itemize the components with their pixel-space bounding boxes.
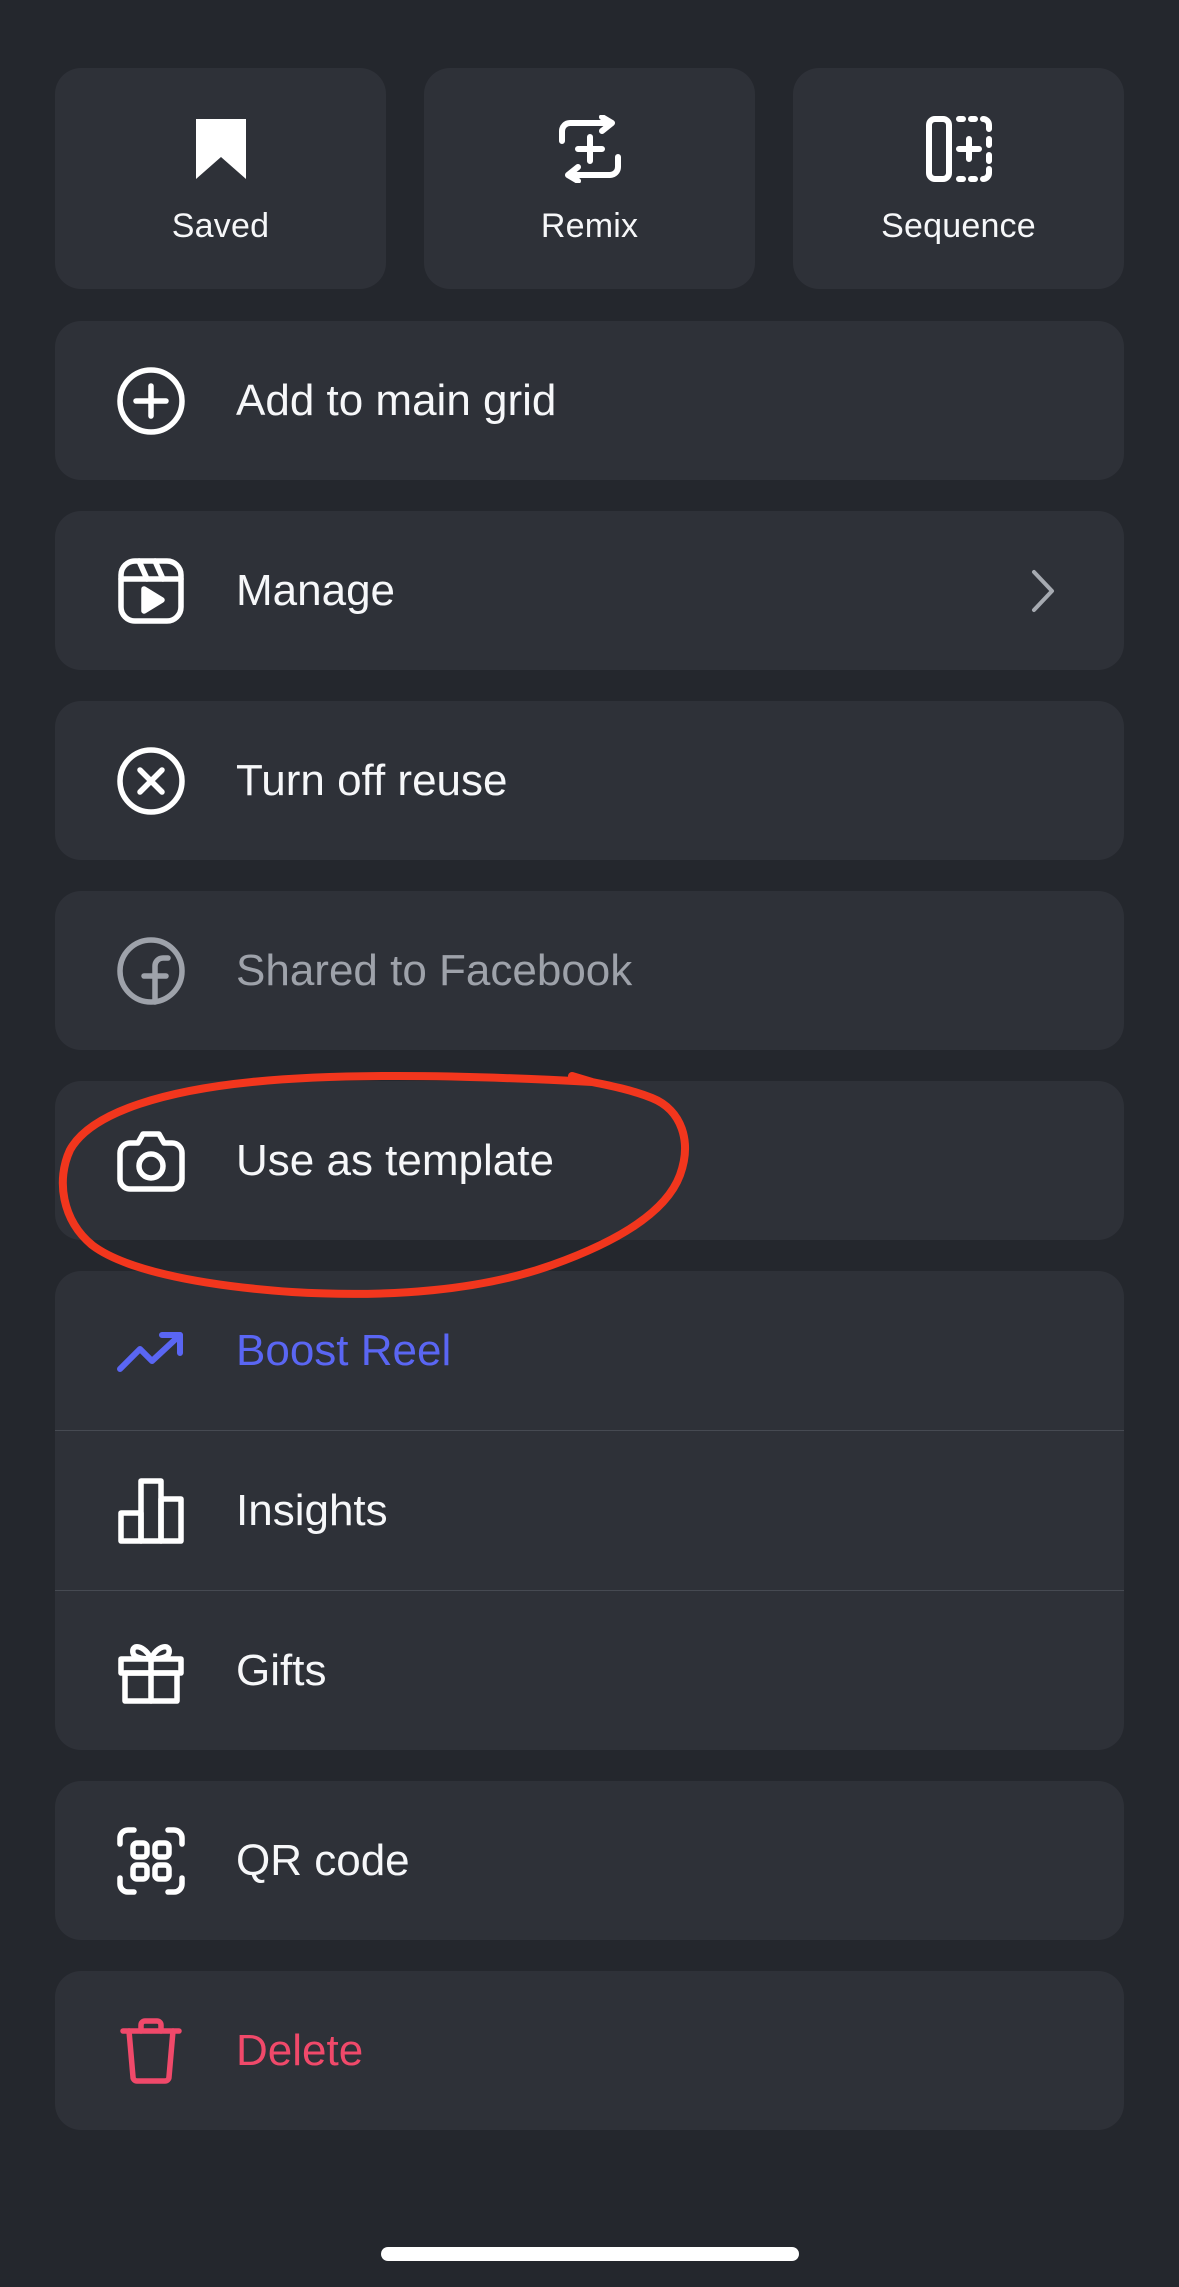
turn-off-reuse-label: Turn off reuse [236, 755, 508, 805]
gifts-label: Gifts [236, 1645, 327, 1695]
boost-reel-label: Boost Reel [236, 1325, 452, 1375]
add-to-main-grid-label: Add to main grid [236, 375, 557, 425]
camera-icon [115, 1125, 187, 1197]
x-circle-icon [115, 745, 187, 817]
trending-up-icon [115, 1315, 187, 1387]
gift-icon [115, 1635, 187, 1707]
boost-reel-button[interactable]: Boost Reel [55, 1271, 1124, 1430]
use-as-template-button[interactable]: Use as template [55, 1081, 1124, 1240]
shared-to-facebook-label: Shared to Facebook [236, 945, 633, 995]
plus-circle-icon [115, 365, 187, 437]
bar-chart-icon [115, 1475, 187, 1547]
saved-label: Saved [171, 206, 270, 245]
delete-label: Delete [236, 2025, 364, 2075]
turn-off-reuse-button[interactable]: Turn off reuse [55, 701, 1124, 860]
qr-code-label: QR code [236, 1835, 410, 1885]
facebook-icon [115, 935, 187, 1007]
trash-icon [115, 2015, 187, 2087]
remix-icon [554, 113, 626, 185]
promo-insights-group: Boost Reel Insights Gifts [55, 1271, 1124, 1750]
insights-label: Insights [236, 1485, 388, 1535]
bookmark-icon [185, 113, 257, 185]
reel-icon [115, 555, 187, 627]
home-indicator[interactable] [381, 2247, 799, 2261]
qr-code-icon [115, 1825, 187, 1897]
add-to-main-grid-button[interactable]: Add to main grid [55, 321, 1124, 480]
gifts-button[interactable]: Gifts [55, 1590, 1124, 1750]
insights-button[interactable]: Insights [55, 1430, 1124, 1590]
sequence-icon [923, 113, 995, 185]
shared-to-facebook-item: Shared to Facebook [55, 891, 1124, 1050]
delete-button[interactable]: Delete [55, 1971, 1124, 2130]
remix-button[interactable]: Remix [424, 68, 755, 289]
quick-actions-row: Saved Remix Sequence [55, 68, 1124, 289]
sequence-button[interactable]: Sequence [793, 68, 1124, 289]
action-sheet: Saved Remix Sequence Add to main grid Ma… [0, 0, 1179, 2287]
chevron-right-icon [1028, 567, 1058, 615]
manage-label: Manage [236, 565, 396, 615]
remix-label: Remix [540, 206, 639, 245]
sequence-label: Sequence [881, 206, 1036, 245]
qr-code-button[interactable]: QR code [55, 1781, 1124, 1940]
saved-button[interactable]: Saved [55, 68, 386, 289]
manage-button[interactable]: Manage [55, 511, 1124, 670]
use-as-template-label: Use as template [236, 1135, 554, 1185]
